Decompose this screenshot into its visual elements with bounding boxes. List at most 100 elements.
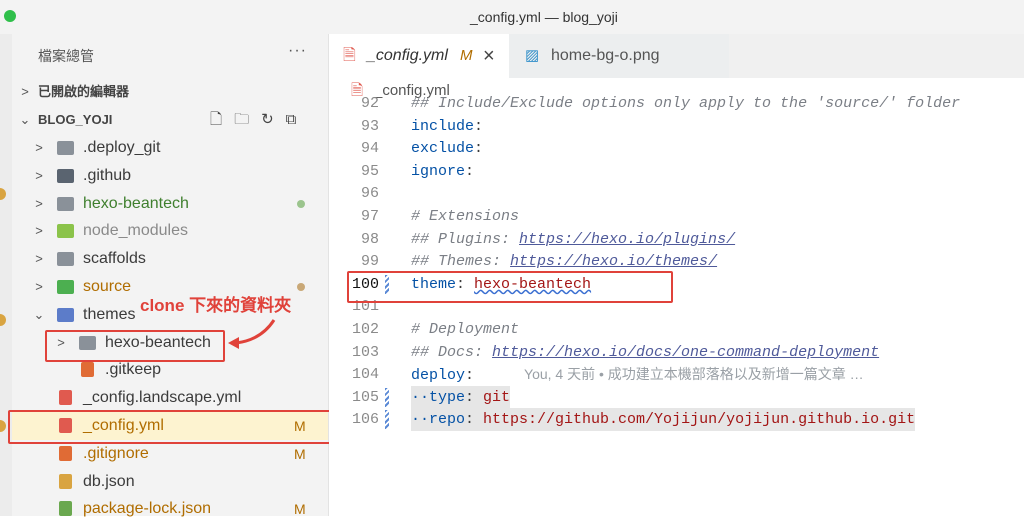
explorer-toolbar: 🗋 🗀 ↻ ⧉: [210, 106, 296, 134]
tab-label: home-bg-o.png: [551, 47, 660, 64]
code-line[interactable]: # Deployment: [411, 318, 519, 341]
tree-item[interactable]: > .deploy_git: [12, 134, 328, 162]
code-token: https://hexo.io/plugins/: [519, 230, 736, 248]
new-file-icon[interactable]: 🗋: [210, 106, 222, 134]
code-line[interactable]: exclude:: [411, 137, 483, 160]
code-token: ## Docs:: [411, 343, 493, 361]
code-line[interactable]: include:: [411, 115, 483, 138]
tree-item[interactable]: > hexo-beantech: [12, 190, 328, 218]
source-folder-icon: [57, 280, 74, 294]
line-number: 95: [360, 162, 379, 180]
tree-item[interactable]: > .github: [12, 162, 328, 190]
project-label: BLOG_YOJI: [38, 112, 113, 127]
line-number: 99: [360, 253, 379, 271]
line-number: 94: [360, 140, 379, 158]
image-icon: ▨: [525, 47, 540, 64]
code-token: :: [465, 367, 475, 385]
collapse-all-icon[interactable]: ⧉: [286, 106, 297, 134]
more-actions-icon[interactable]: ···: [288, 42, 307, 60]
yaml-icon: [59, 390, 72, 406]
line-number: 92: [360, 95, 379, 112]
line-number: 106: [351, 411, 379, 429]
node-icon: [59, 501, 72, 517]
folder-icon: [57, 141, 74, 155]
code-line[interactable]: ··type: git: [411, 385, 511, 409]
code-token: https://hexo.io/themes/: [510, 253, 718, 271]
github-folder-icon: [57, 168, 74, 183]
tab-config-yml[interactable]: 🗎 _config.yml M ×: [329, 34, 509, 78]
chevron-down-icon: ⌄: [19, 112, 31, 127]
tree-item[interactable]: db.json: [12, 468, 328, 496]
code-token: :: [465, 411, 484, 429]
explorer-title: 檔案總管: [38, 48, 94, 64]
git-change-marker[interactable]: [385, 387, 389, 407]
git-icon: [81, 362, 94, 378]
tree-item[interactable]: > scaffolds: [12, 245, 328, 273]
chevron-right-icon[interactable]: >: [32, 273, 46, 301]
code-token: ··repo: [411, 411, 466, 429]
code-editor[interactable]: 92 ## Include/Exclude options only apply …: [329, 95, 1024, 516]
code-line[interactable]: ··repo: https://github.com/Yojijun/yojij…: [411, 408, 916, 432]
git-icon: [59, 445, 72, 461]
close-icon[interactable]: ×: [483, 34, 495, 78]
line-number: 103: [351, 343, 379, 361]
code-line[interactable]: # Extensions: [411, 205, 519, 228]
chevron-right-icon[interactable]: >: [32, 245, 46, 273]
status-dot-icon: [297, 283, 305, 291]
tree-item-label: .github: [83, 166, 132, 184]
modified-badge: M: [294, 501, 306, 518]
annotation-box: [347, 271, 673, 303]
activity-indicator-icon: [0, 420, 6, 432]
tree-item[interactable]: package-lock.json M: [12, 495, 328, 523]
title-bar: _config.yml — blog_yoji: [0, 0, 1024, 34]
chevron-right-icon[interactable]: >: [32, 134, 46, 162]
git-blame-annotation: You, 4 天前 • 成功建立本機部落格以及新增一篇文章 …: [524, 366, 864, 383]
git-change-marker[interactable]: [385, 410, 389, 430]
activity-indicator-icon: [0, 188, 6, 200]
code-token: :: [465, 162, 475, 180]
code-token: ## Themes:: [411, 253, 511, 271]
tree-item[interactable]: > node_modules: [12, 217, 328, 245]
annotation-box: [45, 330, 225, 362]
code-line[interactable]: ## Themes: https://hexo.io/themes/: [411, 250, 717, 273]
code-token: :: [474, 140, 484, 158]
code-line[interactable]: deploy: You, 4 天前 • 成功建立本機部落格以及新增一篇文章 …: [411, 363, 864, 386]
code-line[interactable]: ## Docs: https://hexo.io/docs/one-comman…: [411, 341, 879, 364]
code-token: ## Plugins:: [411, 230, 520, 248]
folder-icon: [57, 196, 74, 211]
chevron-right-icon[interactable]: >: [32, 162, 46, 190]
code-token: include: [411, 117, 475, 135]
refresh-icon[interactable]: ↻: [261, 106, 274, 134]
code-token: deploy: [411, 367, 466, 385]
code-token: # Extensions: [411, 208, 520, 225]
line-number: 105: [351, 388, 379, 406]
tree-item-label: themes: [83, 305, 136, 323]
chevron-right-icon[interactable]: >: [32, 217, 46, 245]
chevron-right-icon: >: [21, 84, 29, 99]
code-line[interactable]: ignore:: [411, 160, 474, 183]
code-token: # Deployment: [411, 321, 520, 338]
project-section[interactable]: ⌄ BLOG_YOJI 🗋 🗀 ↻ ⧉: [12, 106, 328, 134]
chevron-down-icon[interactable]: ⌄: [32, 301, 46, 329]
status-dot-icon: [297, 199, 305, 208]
code-line[interactable]: ## Include/Exclude options only apply to…: [411, 92, 960, 115]
new-folder-icon[interactable]: 🗀: [234, 106, 249, 134]
open-editors-section[interactable]: > 已開啟的編輯器: [12, 78, 328, 106]
code-token: https://github.com/Yojijun/yojijun.githu…: [483, 411, 916, 429]
tree-item-label: _config.landscape.yml: [83, 389, 242, 407]
tree-item-label: package-lock.json: [83, 500, 212, 518]
chevron-right-icon[interactable]: >: [32, 190, 46, 218]
window-title: _config.yml — blog_yoji: [470, 9, 618, 25]
code-token: ··type: [411, 388, 466, 406]
code-token: https://hexo.io/docs/one-command-deploym…: [492, 343, 880, 361]
code-token: exclude: [411, 140, 475, 158]
tree-item[interactable]: _config.landscape.yml: [12, 384, 328, 412]
tab-home-bg[interactable]: ▨ home-bg-o.png: [509, 34, 729, 78]
editor-tabs: 🗎 _config.yml M × ▨ home-bg-o.png: [329, 34, 1024, 78]
tree-item-label: .deploy_git: [83, 139, 161, 156]
tree-item-label: source: [83, 278, 132, 295]
folder-icon: [57, 252, 74, 267]
tree-item-label: node_modules: [83, 222, 188, 240]
code-line[interactable]: ## Plugins: https://hexo.io/plugins/: [411, 228, 735, 251]
code-token: ## Include/Exclude options only apply to…: [411, 95, 961, 112]
